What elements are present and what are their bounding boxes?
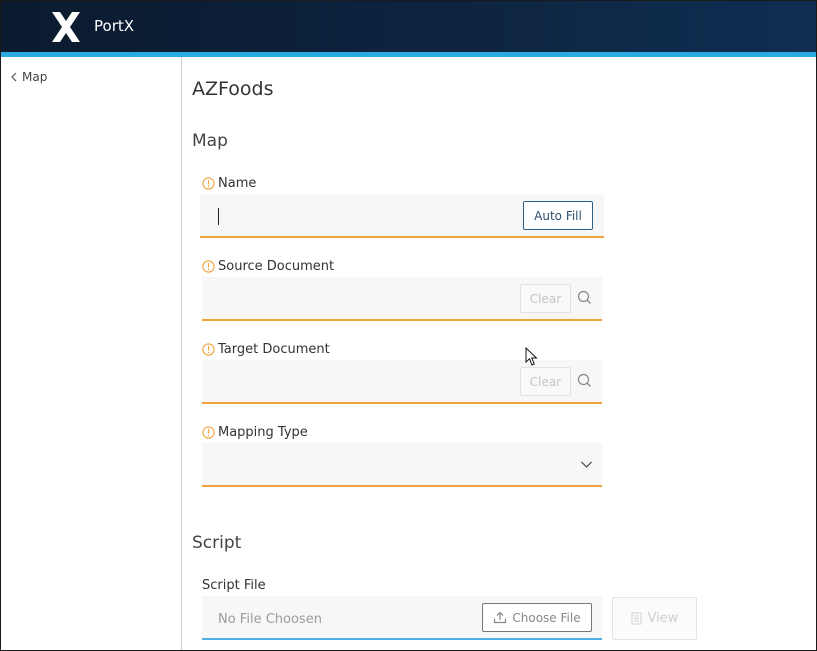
header: PortX bbox=[1, 1, 816, 57]
chevron-down-icon[interactable] bbox=[580, 460, 593, 469]
warning-icon bbox=[202, 343, 215, 356]
no-file-placeholder: No File Choosen bbox=[218, 612, 322, 627]
target-document-field[interactable]: Clear bbox=[202, 360, 602, 404]
source-clear-button[interactable]: Clear bbox=[520, 284, 571, 313]
search-icon[interactable] bbox=[577, 290, 592, 305]
warning-icon bbox=[202, 260, 215, 273]
source-document-field[interactable]: Clear bbox=[202, 277, 602, 321]
mapping-type-label-text: Mapping Type bbox=[218, 425, 308, 440]
script-section-title: Script bbox=[192, 533, 242, 553]
script-file-field[interactable]: No File Choosen Choose File bbox=[202, 596, 602, 640]
choose-file-label: Choose File bbox=[512, 610, 581, 625]
upload-icon bbox=[494, 611, 507, 624]
target-document-label-text: Target Document bbox=[218, 342, 330, 357]
back-link-label: Map bbox=[22, 70, 48, 84]
view-button[interactable]: View bbox=[612, 597, 697, 640]
mouse-pointer-icon bbox=[525, 347, 538, 366]
name-label: Name bbox=[202, 176, 256, 191]
sidebar: Map bbox=[1, 57, 182, 650]
script-file-label-text: Script File bbox=[202, 578, 266, 593]
portx-logo[interactable] bbox=[51, 11, 81, 43]
target-document-label: Target Document bbox=[202, 342, 330, 357]
page-title: AZFoods bbox=[192, 78, 274, 100]
chevron-left-icon bbox=[11, 72, 17, 82]
app-title: PortX bbox=[94, 17, 135, 35]
text-caret bbox=[218, 208, 219, 225]
name-label-text: Name bbox=[218, 176, 257, 191]
warning-icon bbox=[202, 426, 215, 439]
target-clear-button[interactable]: Clear bbox=[520, 367, 571, 396]
mapping-type-label: Mapping Type bbox=[202, 425, 308, 440]
mapping-type-select[interactable] bbox=[202, 443, 602, 487]
view-label: View bbox=[647, 611, 679, 626]
app-window: PortX Map AZFoods Map Name Auto Fill Sou… bbox=[0, 0, 817, 651]
script-file-label: Script File bbox=[202, 578, 266, 593]
choose-file-button[interactable]: Choose File bbox=[482, 603, 592, 632]
back-to-map-link[interactable]: Map bbox=[10, 70, 47, 84]
search-icon[interactable] bbox=[577, 373, 592, 388]
name-input[interactable]: Auto Fill bbox=[200, 194, 604, 238]
document-icon bbox=[631, 612, 642, 625]
source-document-label-text: Source Document bbox=[218, 259, 335, 274]
auto-fill-button[interactable]: Auto Fill bbox=[523, 201, 593, 230]
source-document-label: Source Document bbox=[202, 259, 334, 274]
warning-icon bbox=[202, 177, 215, 190]
map-section-title: Map bbox=[192, 131, 228, 151]
